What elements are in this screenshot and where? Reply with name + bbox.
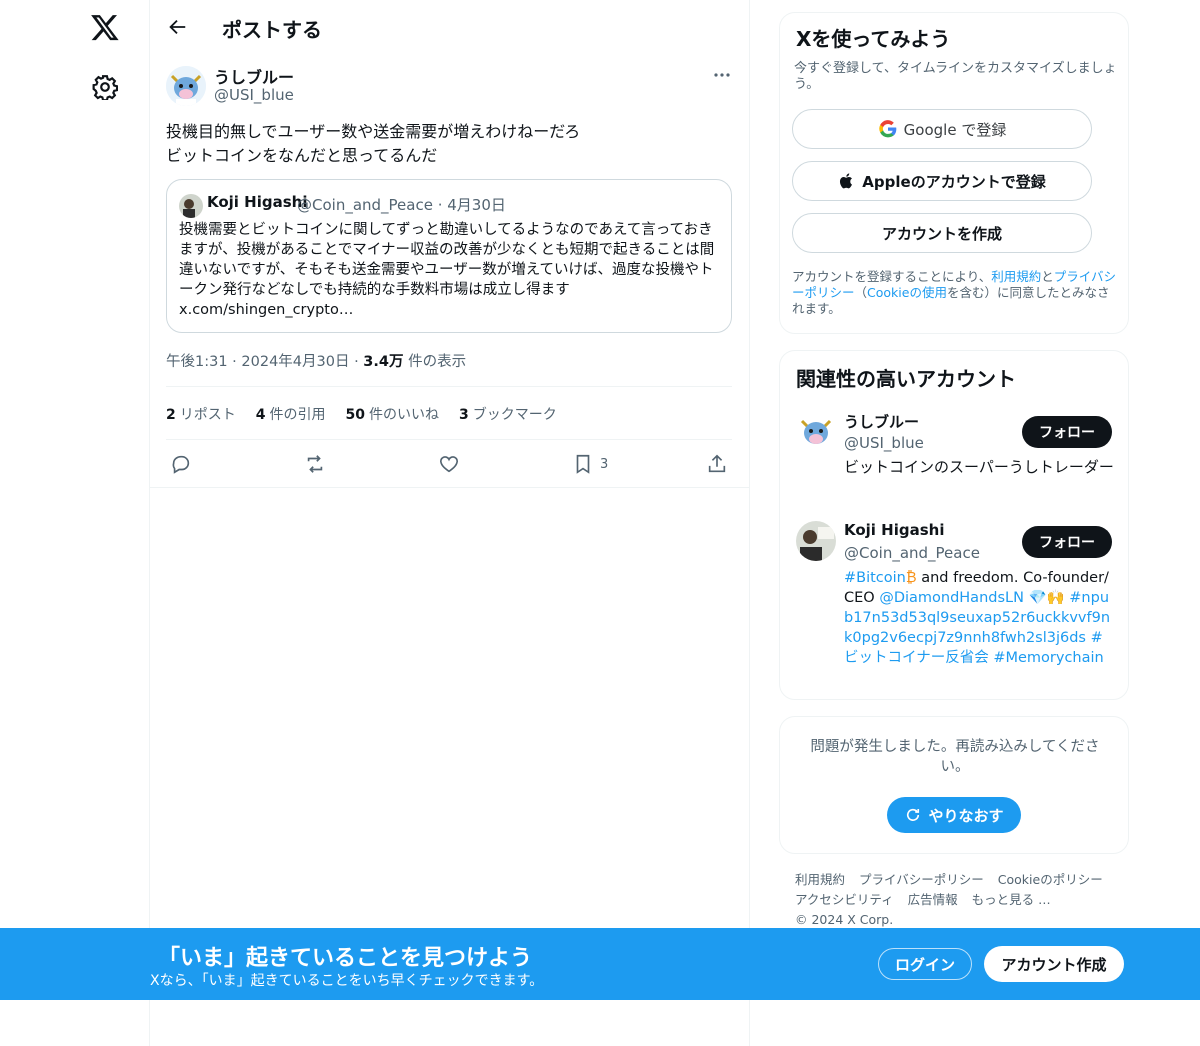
bookmark-icon [576,454,590,474]
google-icon [878,120,896,138]
signup-title: Xを使ってみよう [796,27,951,51]
like-icon[interactable] [438,452,460,476]
signup-card: Xを使ってみよう 今すぐ登録して、タイムラインをカスタマイズしましょう。 Goo… [779,12,1129,334]
mention-link[interactable]: @DiamondHandsLN [879,590,1024,606]
account-name[interactable]: Koji Higashi [844,521,944,539]
divider [166,439,732,440]
account-handle[interactable]: @Coin_and_Peace [844,544,980,562]
post-time: 午後1:31 · 2024年4月30日 · [166,354,364,370]
share-icon[interactable] [706,452,728,476]
terms-link[interactable]: 利用規約 [991,269,1041,284]
bitcoin-glyph: ₿ [905,570,917,586]
copyright: © 2024 X Corp. [795,912,894,927]
quoted-post[interactable]: Koji Higashi @Coin_and_Peace · 4月30日 投機需… [166,179,732,333]
author-name[interactable]: うしブルー [214,64,294,88]
view-count: 3.4万 [363,354,404,370]
account-bio: ビットコインのスーパーうしトレーダー [844,458,1114,476]
refresh-icon [907,808,920,821]
avatar[interactable] [796,521,836,561]
account-handle[interactable]: @USI_blue [844,434,924,452]
repost-icon[interactable] [304,452,326,476]
related-title: 関連性の高いアカウント [796,367,1016,391]
hashtag-link[interactable]: #Bitcoin [844,570,906,586]
stat-likes[interactable]: 50 件のいいね [346,404,439,424]
author-avatar[interactable] [166,66,206,106]
page-title: ポストする [222,18,322,42]
stat-reposts[interactable]: 2 リポスト [166,404,236,424]
footer-links: 利用規約 プライバシーポリシー Cookieのポリシー アクセシビリティ 広告情… [795,870,1125,930]
retry-button[interactable]: やりなおす [887,797,1021,833]
footer-link[interactable]: アクセシビリティ [795,890,894,910]
post-text: 投機目的無しでユーザー数や送金需要が増えわけねーだろ ビットコインをなんだと思っ… [166,122,581,165]
signup-banner: 「いま」起きていることを見つけよう Xなら、「いま」起きていることをいち早くチェ… [0,928,1200,1000]
stat-quotes[interactable]: 4 件の引用 [256,404,326,424]
x-logo-icon[interactable] [90,12,120,42]
engagement-stats: 2 リポスト 4 件の引用 50 件のいいね 3 ブックマーク [166,404,557,424]
quote-author-handle: @Coin_and_Peace · 4月30日 [297,196,506,214]
follow-button[interactable]: フォロー [1022,526,1112,558]
divider [150,487,749,488]
banner-subtitle: Xなら、「いま」起きていることをいち早くチェックできます。 [150,973,544,989]
hashtag-link[interactable]: #Memorychain [993,650,1103,666]
post-meta: 午後1:31 · 2024年4月30日 · 3.4万 件の表示 [166,350,466,371]
back-arrow-icon[interactable] [166,16,188,38]
gear-icon[interactable] [92,74,119,102]
banner-title: 「いま」起きていることを見つけよう [158,946,533,971]
error-card: 問題が発生しました。再読み込みしてください。 やりなおす [779,716,1129,854]
reply-icon[interactable] [170,452,192,476]
divider [166,386,732,387]
stat-bookmarks[interactable]: 3 ブックマーク [459,404,557,424]
create-account-button[interactable]: アカウントを作成 [792,213,1092,253]
signup-subtitle: 今すぐ登録して、タイムラインをカスタマイズしましょう。 [794,61,1117,92]
signup-legal-text: アカウントを登録することにより、利用規約とプライバシーポリシー（Cookieの使… [792,269,1117,316]
view-label: 件の表示 [408,354,467,370]
author-handle[interactable]: @USI_blue [214,86,294,104]
apple-icon [840,173,853,189]
quote-author-name: Koji Higashi [207,193,308,211]
quote-author-avatar [179,194,203,218]
account-name[interactable]: うしブルー [844,411,919,432]
avatar[interactable] [796,411,836,451]
google-signup-button[interactable]: Google で登録 [792,109,1092,149]
bookmark-count: 3 [600,456,609,472]
apple-signup-button[interactable]: Appleのアカウントで登録 [792,161,1092,201]
bookmark-button[interactable]: 3 [572,452,608,476]
post-actions: 3 [166,450,732,478]
account-bio: #Bitcoin₿ and freedom. Co-founder/CEO @D… [844,570,1111,666]
error-message: 問題が発生しました。再読み込みしてください。 [810,739,1100,775]
footer-link[interactable]: 利用規約 [795,870,845,890]
footer-link[interactable]: プライバシーポリシー [859,870,984,890]
quote-text: 投機需要とビットコインに関してずっと勘違いしてるようなのであえて言っておきますが… [179,222,715,318]
cookie-link[interactable]: Cookieの使用 [867,285,947,300]
footer-link[interactable]: 広告情報 [908,890,958,910]
follow-button[interactable]: フォロー [1022,416,1112,448]
signup-button[interactable]: アカウント作成 [984,946,1124,982]
footer-link[interactable]: Cookieのポリシー [998,870,1103,890]
more-options-icon[interactable] [710,66,734,84]
login-button[interactable]: ログイン [878,948,972,980]
footer-link[interactable]: もっと見る … [972,890,1051,910]
related-accounts-card: 関連性の高いアカウント うしブルー @USI_blue フォロー ビットコインの… [779,350,1129,700]
